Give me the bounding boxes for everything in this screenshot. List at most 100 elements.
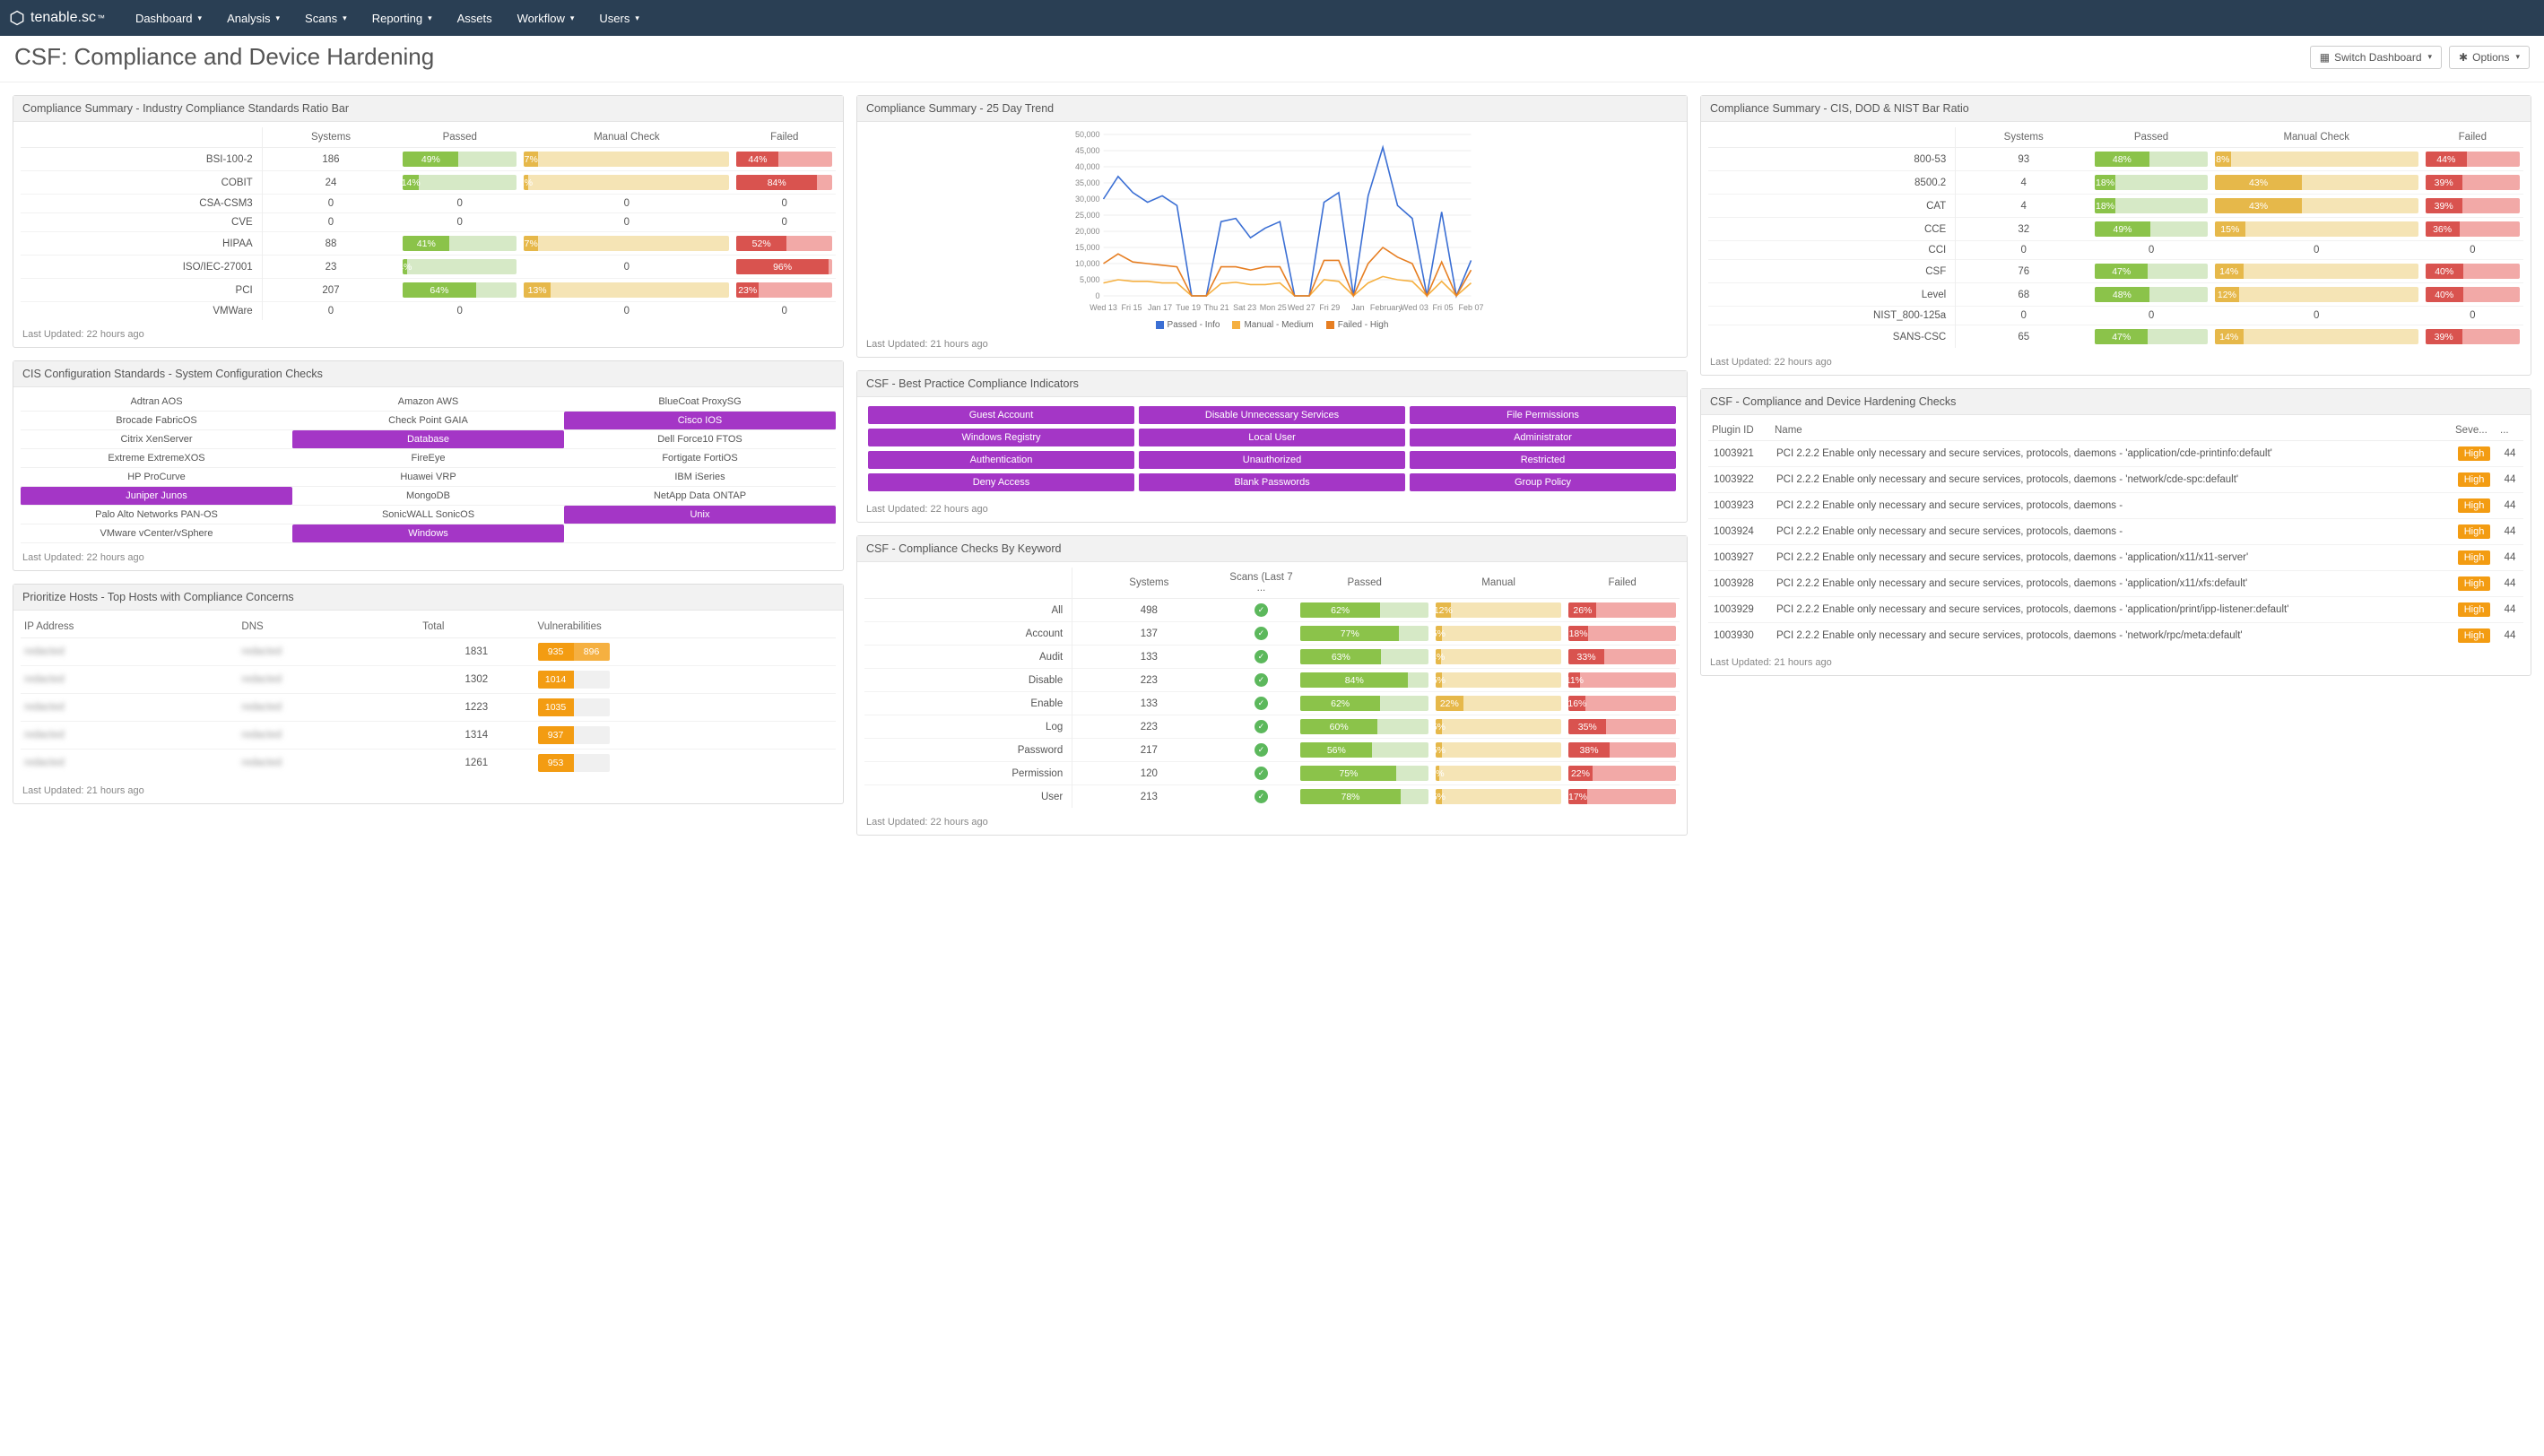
ratio-bar[interactable]: 39% <box>2426 198 2520 213</box>
table-row[interactable]: Enable133✓62%22%16% <box>864 692 1680 715</box>
config-item[interactable]: BlueCoat ProxySG <box>564 393 836 412</box>
config-item[interactable]: VMware vCenter/vSphere <box>21 524 292 543</box>
table-row[interactable]: User213✓78%5%17% <box>864 785 1680 809</box>
table-row[interactable]: HIPAA8841%7%52% <box>21 232 836 256</box>
ratio-bar[interactable]: 39% <box>2426 329 2520 344</box>
ratio-bar[interactable]: 77% <box>1300 626 1428 641</box>
ratio-bar[interactable]: 40% <box>2426 264 2520 279</box>
ratio-bar[interactable]: 41% <box>403 236 517 251</box>
ratio-bar[interactable]: 62% <box>1300 602 1428 618</box>
ratio-bar[interactable]: 43% <box>2215 175 2418 190</box>
ratio-bar[interactable]: 11% <box>1568 672 1676 688</box>
ratio-bar[interactable]: 49% <box>403 152 517 167</box>
config-item[interactable]: Fortigate FortiOS <box>564 449 836 468</box>
ratio-bar[interactable]: 75% <box>1300 766 1428 781</box>
nav-reporting[interactable]: Reporting ▾ <box>360 3 445 34</box>
ratio-bar[interactable]: 56% <box>1300 742 1428 758</box>
ratio-bar[interactable]: 47% <box>2095 329 2208 344</box>
ratio-bar[interactable]: 22% <box>1436 696 1561 711</box>
table-row[interactable]: NIST_800-125a0000 <box>1708 307 2523 325</box>
vulnerability-bar[interactable]: 937 <box>538 726 610 744</box>
ratio-bar[interactable]: 14% <box>2215 264 2418 279</box>
ratio-bar[interactable]: 12% <box>1436 602 1561 618</box>
ratio-bar[interactable]: 12% <box>2215 287 2418 302</box>
indicator-button[interactable]: Disable Unnecessary Services <box>1139 406 1405 424</box>
table-row[interactable]: 1003923PCI 2.2.2 Enable only necessary a… <box>1708 493 2523 519</box>
ratio-bar[interactable]: 48% <box>2095 152 2208 167</box>
config-item[interactable]: HP ProCurve <box>21 468 292 487</box>
ratio-bar[interactable]: 78% <box>1300 789 1428 804</box>
table-row[interactable]: 1003930PCI 2.2.2 Enable only necessary a… <box>1708 623 2523 649</box>
table-row[interactable]: 1003921PCI 2.2.2 Enable only necessary a… <box>1708 441 2523 467</box>
table-row[interactable]: Account137✓77%5%18% <box>864 622 1680 646</box>
indicator-button[interactable]: Guest Account <box>868 406 1134 424</box>
table-row[interactable]: PCI20764%13%23% <box>21 279 836 302</box>
config-item[interactable]: Database <box>292 430 564 449</box>
ratio-bar[interactable]: 33% <box>1568 649 1676 664</box>
config-item[interactable]: SonicWALL SonicOS <box>292 506 564 524</box>
ratio-bar[interactable]: 48% <box>2095 287 2208 302</box>
table-row[interactable]: 1003929PCI 2.2.2 Enable only necessary a… <box>1708 597 2523 623</box>
table-row[interactable]: redactedredacted1831935896 <box>21 638 836 666</box>
brand-logo[interactable]: tenable.sc™ <box>9 10 105 26</box>
legend-item[interactable]: Passed - Info <box>1156 320 1220 330</box>
table-row[interactable]: 1003927PCI 2.2.2 Enable only necessary a… <box>1708 545 2523 571</box>
indicator-button[interactable]: Local User <box>1139 429 1405 446</box>
indicator-button[interactable]: Blank Passwords <box>1139 473 1405 491</box>
table-row[interactable]: redactedredacted1314937 <box>21 722 836 750</box>
ratio-bar[interactable]: 26% <box>1568 602 1676 618</box>
indicator-button[interactable]: Administrator <box>1410 429 1676 446</box>
table-row[interactable]: COBIT2414%2%84% <box>21 171 836 195</box>
vulnerability-bar[interactable]: 935896 <box>538 643 610 661</box>
table-row[interactable]: Disable223✓84%5%11% <box>864 669 1680 692</box>
indicator-button[interactable]: File Permissions <box>1410 406 1676 424</box>
ratio-bar[interactable]: 7% <box>524 152 729 167</box>
indicator-button[interactable]: Deny Access <box>868 473 1134 491</box>
config-item[interactable]: Huawei VRP <box>292 468 564 487</box>
table-row[interactable]: All498✓62%12%26% <box>864 599 1680 622</box>
ratio-bar[interactable]: 5% <box>1436 789 1561 804</box>
indicator-button[interactable]: Authentication <box>868 451 1134 469</box>
ratio-bar[interactable]: 44% <box>736 152 832 167</box>
table-row[interactable]: 1003924PCI 2.2.2 Enable only necessary a… <box>1708 519 2523 545</box>
ratio-bar[interactable]: 18% <box>1568 626 1676 641</box>
table-row[interactable]: redactedredacted13021014 <box>21 666 836 694</box>
ratio-bar[interactable]: 17% <box>1568 789 1676 804</box>
config-item[interactable]: NetApp Data ONTAP <box>564 487 836 506</box>
ratio-bar[interactable]: 14% <box>2215 329 2418 344</box>
vulnerability-bar[interactable]: 1014 <box>538 671 610 689</box>
ratio-bar[interactable]: 16% <box>1568 696 1676 711</box>
table-row[interactable]: Audit133✓63%4%33% <box>864 646 1680 669</box>
config-item[interactable]: FireEye <box>292 449 564 468</box>
table-row[interactable]: 8500.2418%43%39% <box>1708 171 2523 195</box>
config-item[interactable]: Juniper Junos <box>21 487 292 506</box>
table-row[interactable]: Log223✓60%5%35% <box>864 715 1680 739</box>
indicator-button[interactable]: Unauthorized <box>1139 451 1405 469</box>
nav-scans[interactable]: Scans ▾ <box>292 3 360 34</box>
config-item[interactable]: Brocade FabricOS <box>21 412 292 430</box>
ratio-bar[interactable]: 43% <box>2215 198 2418 213</box>
ratio-bar[interactable]: 8% <box>2215 152 2418 167</box>
table-row[interactable]: BSI-100-218649%7%44% <box>21 148 836 171</box>
table-row[interactable]: 800-539348%8%44% <box>1708 148 2523 171</box>
table-row[interactable]: CCE3249%15%36% <box>1708 218 2523 241</box>
ratio-bar[interactable]: 22% <box>1568 766 1676 781</box>
ratio-bar[interactable]: 4% <box>1436 649 1561 664</box>
config-item[interactable]: Windows <box>292 524 564 543</box>
nav-analysis[interactable]: Analysis ▾ <box>214 3 292 34</box>
config-item[interactable]: IBM iSeries <box>564 468 836 487</box>
ratio-bar[interactable]: 44% <box>2426 152 2520 167</box>
ratio-bar[interactable]: 2% <box>524 175 729 190</box>
nav-users[interactable]: Users ▾ <box>586 3 651 34</box>
indicator-button[interactable]: Windows Registry <box>868 429 1134 446</box>
ratio-bar[interactable]: 14% <box>403 175 517 190</box>
config-item[interactable]: MongoDB <box>292 487 564 506</box>
ratio-bar[interactable]: 49% <box>2095 221 2208 237</box>
config-item[interactable]: Check Point GAIA <box>292 412 564 430</box>
ratio-bar[interactable]: 5% <box>1436 672 1561 688</box>
table-row[interactable]: 1003928PCI 2.2.2 Enable only necessary a… <box>1708 571 2523 597</box>
ratio-bar[interactable]: 84% <box>1300 672 1428 688</box>
table-row[interactable]: CSF7647%14%40% <box>1708 260 2523 283</box>
ratio-bar[interactable]: 62% <box>1300 696 1428 711</box>
table-row[interactable]: redactedredacted12231035 <box>21 694 836 722</box>
